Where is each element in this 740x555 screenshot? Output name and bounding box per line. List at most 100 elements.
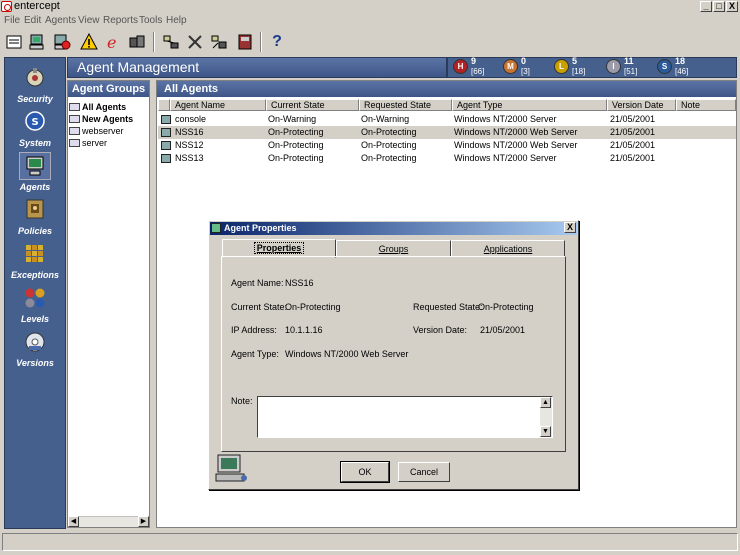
system-icon[interactable]: S (24, 110, 46, 132)
servers-icon[interactable] (128, 33, 146, 51)
help-icon[interactable]: ? (268, 33, 286, 51)
cell-requested-state: On-Protecting (361, 127, 417, 137)
table-row[interactable]: console On-Warning On-Warning Windows NT… (158, 113, 736, 126)
group-all-agents[interactable]: All Agents (69, 101, 126, 113)
menu-reports[interactable]: Reports (103, 14, 138, 27)
status-bar (2, 533, 738, 551)
nav-versions-label[interactable]: Versions (4, 358, 66, 368)
tab-applications[interactable]: Applications (451, 240, 565, 257)
group-webserver[interactable]: webserver (69, 125, 124, 137)
delete-icon[interactable] (186, 33, 204, 51)
versions-icon[interactable] (24, 331, 46, 353)
close-button[interactable]: X (726, 1, 738, 12)
tab-applications-label: Applications (483, 244, 533, 254)
nav-system-label[interactable]: System (4, 138, 66, 148)
group-folder-icon (69, 103, 80, 111)
nav-levels-label[interactable]: Levels (4, 314, 66, 324)
cell-current-state: On-Warning (268, 114, 317, 124)
version-date-value: 21/05/2001 (480, 325, 526, 335)
agent-type-value: Windows NT/2000 Web Server (285, 349, 409, 359)
severity-total: [3] (521, 67, 530, 76)
table-row[interactable]: NSS13 On-Protecting On-Protecting Window… (158, 152, 736, 165)
cell-requested-state: On-Protecting (361, 140, 417, 150)
nav-agents-label[interactable]: Agents (4, 182, 66, 192)
cell-agent-type: Windows NT/2000 Web Server (454, 140, 578, 150)
toolbar-separator (260, 32, 262, 52)
tab-properties-label: Properties (253, 242, 305, 254)
ie-icon[interactable]: e (104, 33, 122, 51)
table-row[interactable]: NSS16 On-Protecting On-Protecting Window… (158, 126, 736, 139)
exceptions-icon[interactable] (24, 243, 46, 265)
menu-help[interactable]: Help (166, 14, 187, 27)
maximize-button[interactable]: □ (713, 1, 725, 12)
column-header-current-state[interactable]: Current State (266, 99, 359, 111)
note-scroll-up-button[interactable]: ▲ (540, 397, 551, 408)
group-folder-icon (69, 139, 80, 147)
group-server[interactable]: server (69, 137, 107, 149)
cell-current-state: On-Protecting (268, 127, 324, 137)
scroll-right-button[interactable]: ▶ (138, 516, 149, 527)
menu-edit[interactable]: Edit (24, 14, 41, 27)
cell-agent-type: Windows NT/2000 Web Server (454, 127, 578, 137)
levels-icon[interactable] (24, 287, 46, 309)
agent-icon[interactable] (28, 33, 46, 51)
new-document-icon[interactable] (5, 33, 23, 51)
column-header-icon[interactable] (158, 99, 170, 111)
group-label: webserver (82, 126, 124, 136)
menu-tools[interactable]: Tools (139, 14, 162, 27)
severity-i-icon: I (606, 59, 621, 74)
nav-security-label[interactable]: Security (4, 94, 66, 104)
cell-version-date: 21/05/2001 (610, 127, 656, 137)
current-state-value: On-Protecting (285, 302, 341, 312)
report-icon[interactable] (236, 33, 254, 51)
status-counts-area (447, 57, 737, 78)
warning-icon[interactable] (80, 33, 98, 51)
dialog-agent-icon (211, 223, 221, 233)
column-header-requested-state[interactable]: Requested State (359, 99, 452, 111)
column-header-agent-name[interactable]: Agent Name (170, 99, 266, 111)
menu-file[interactable]: File (4, 14, 20, 27)
minimize-button[interactable]: _ (700, 1, 712, 12)
column-header-version-date[interactable]: Version Date (607, 99, 676, 111)
security-icon[interactable] (24, 66, 46, 88)
agent-row-icon (161, 115, 171, 124)
tab-groups[interactable]: Groups (336, 240, 451, 257)
severity-count: 0 (521, 56, 527, 66)
severity-total: [46] (675, 67, 689, 76)
scroll-left-button[interactable]: ◀ (68, 516, 79, 527)
note-textarea[interactable] (257, 396, 553, 438)
dialog-title: Agent Properties (224, 223, 297, 233)
agent-name-label: Agent Name: (231, 278, 284, 288)
cell-requested-state: On-Warning (361, 114, 410, 124)
menu-agents[interactable]: Agents (45, 14, 76, 27)
tools-icon[interactable] (210, 33, 228, 51)
group-new-agents[interactable]: New Agents (69, 113, 133, 125)
cell-agent-name: NSS16 (175, 127, 204, 137)
groups-horizontal-scrollbar[interactable] (68, 516, 149, 527)
group-icon[interactable] (162, 33, 180, 51)
note-label: Note: (231, 396, 253, 406)
app-title: entercept (14, 0, 60, 12)
page-title: Agent Management (77, 59, 200, 75)
agent-blocked-icon[interactable] (53, 33, 71, 51)
dialog-close-button[interactable]: X (564, 222, 576, 233)
table-row[interactable]: NSS12 On-Protecting On-Protecting Window… (158, 139, 736, 152)
menu-view[interactable]: View (78, 14, 100, 27)
agent-row-icon (161, 128, 171, 137)
note-scroll-down-button[interactable]: ▼ (540, 426, 551, 437)
cancel-button[interactable]: Cancel (398, 462, 450, 482)
nav-policies-label[interactable]: Policies (4, 226, 66, 236)
ok-button[interactable]: OK (340, 461, 390, 483)
agents-icon[interactable] (24, 155, 46, 177)
tab-groups-label: Groups (378, 244, 409, 254)
agent-name-value: NSS16 (285, 278, 314, 288)
agent-row-icon (161, 154, 171, 163)
column-header-note[interactable]: Note (676, 99, 736, 111)
cell-agent-name: NSS12 (175, 140, 204, 150)
severity-m-icon: M (503, 59, 518, 74)
nav-exceptions-label[interactable]: Exceptions (4, 270, 66, 280)
severity-h-icon: H (453, 59, 468, 74)
policies-icon[interactable] (24, 198, 46, 220)
column-header-agent-type[interactable]: Agent Type (452, 99, 607, 111)
ip-address-value: 10.1.1.16 (285, 325, 323, 335)
